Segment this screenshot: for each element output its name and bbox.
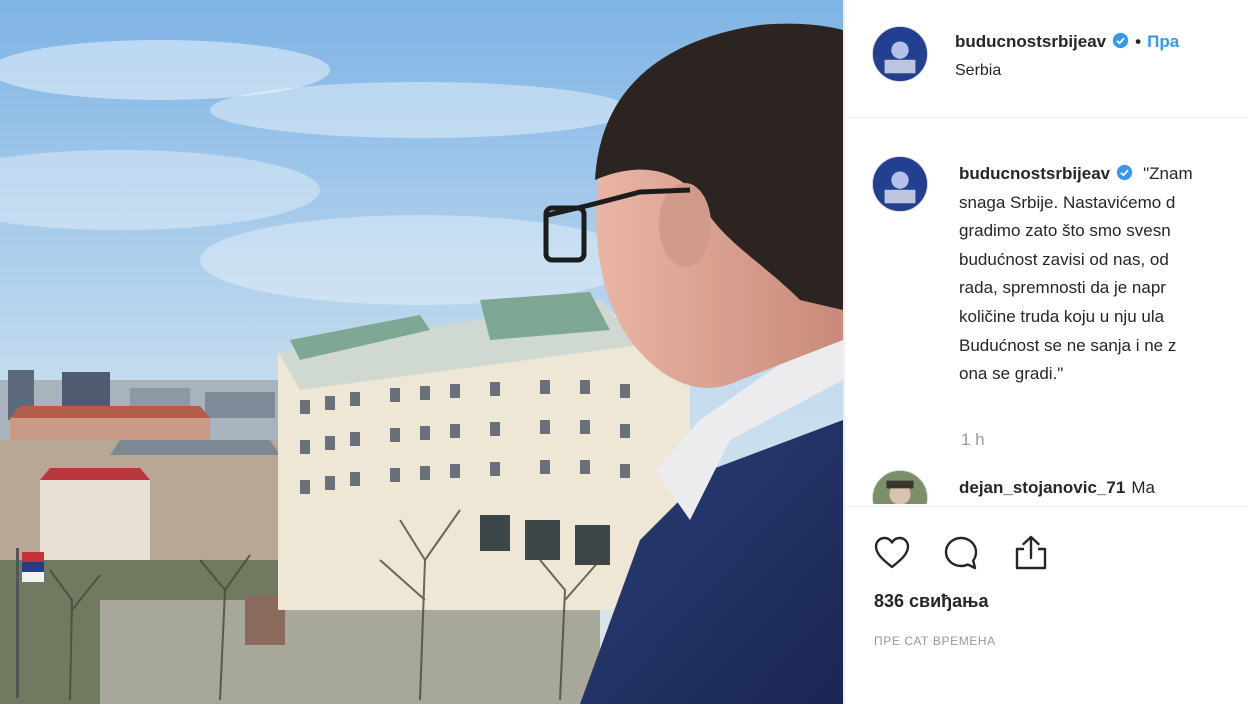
caption-line: buducnostsrbijeav "Znam xyxy=(959,160,1248,189)
share-icon[interactable] xyxy=(1011,533,1051,573)
header-line: buducnostsrbijeav • Пра xyxy=(955,32,1179,52)
comment-text: dejan_stojanovic_71 Ma xyxy=(959,478,1155,498)
caption-line: količine truda koju u nju ula xyxy=(959,306,1165,326)
verified-badge-icon xyxy=(1116,164,1133,181)
caption-avatar-icon[interactable] xyxy=(872,156,928,212)
caption-line: budućnost zavisi od nas, od xyxy=(959,249,1169,269)
heart-icon[interactable] xyxy=(872,533,912,573)
commenter-username[interactable]: dejan_stojanovic_71 xyxy=(959,478,1125,497)
commenter-avatar-icon[interactable] xyxy=(872,470,928,504)
avatar-image xyxy=(873,27,927,81)
comment-bubble-icon-graphic xyxy=(944,536,978,570)
avatar-image xyxy=(873,157,927,211)
caption-text: buducnostsrbijeav "Znam snaga Srbije. Nas… xyxy=(959,160,1248,389)
verified-badge-icon xyxy=(1112,32,1129,49)
post-side-panel: buducnostsrbijeav • Пра Serbia buducnostsr… xyxy=(845,0,1248,704)
caption-line: Budućnost se ne sanja i ne z xyxy=(959,335,1177,355)
profile-avatar-icon[interactable] xyxy=(872,26,928,82)
post-actions: 836 свиђања ПРЕ САТ ВРЕМЕНА xyxy=(845,506,1248,704)
caption-line: ona se gradi." xyxy=(959,364,1064,384)
comment-body: Ma xyxy=(1131,478,1155,497)
caption-timestamp[interactable]: 1 h xyxy=(961,430,985,450)
caption-line: snaga Srbije. Nastavićemo d xyxy=(959,192,1176,212)
location-link[interactable]: Serbia xyxy=(955,62,1001,80)
post-photo[interactable] xyxy=(0,0,843,704)
comment-bubble-icon[interactable] xyxy=(941,533,981,573)
heart-icon-graphic xyxy=(874,536,910,569)
likes-count[interactable]: 836 свиђања xyxy=(874,591,989,612)
post-header: buducnostsrbijeav • Пра Serbia xyxy=(845,0,1248,118)
caption-line: gradimo zato što smo svesn xyxy=(959,221,1171,241)
avatar-image xyxy=(873,471,927,504)
follow-button[interactable]: Пра xyxy=(1147,32,1179,51)
header-username[interactable]: buducnostsrbijeav xyxy=(955,32,1106,51)
caption-line: rada, spremnosti da je napr xyxy=(959,278,1166,298)
post-timestamp[interactable]: ПРЕ САТ ВРЕМЕНА xyxy=(874,634,996,648)
comment-item: dejan_stojanovic_71 Ma xyxy=(845,470,1248,504)
separator-dot: • xyxy=(1135,32,1142,51)
photo-image xyxy=(0,0,843,704)
caption-line-text: "Znam xyxy=(1143,164,1193,183)
caption-username[interactable]: buducnostsrbijeav xyxy=(959,164,1110,183)
share-icon-graphic xyxy=(1015,535,1047,570)
